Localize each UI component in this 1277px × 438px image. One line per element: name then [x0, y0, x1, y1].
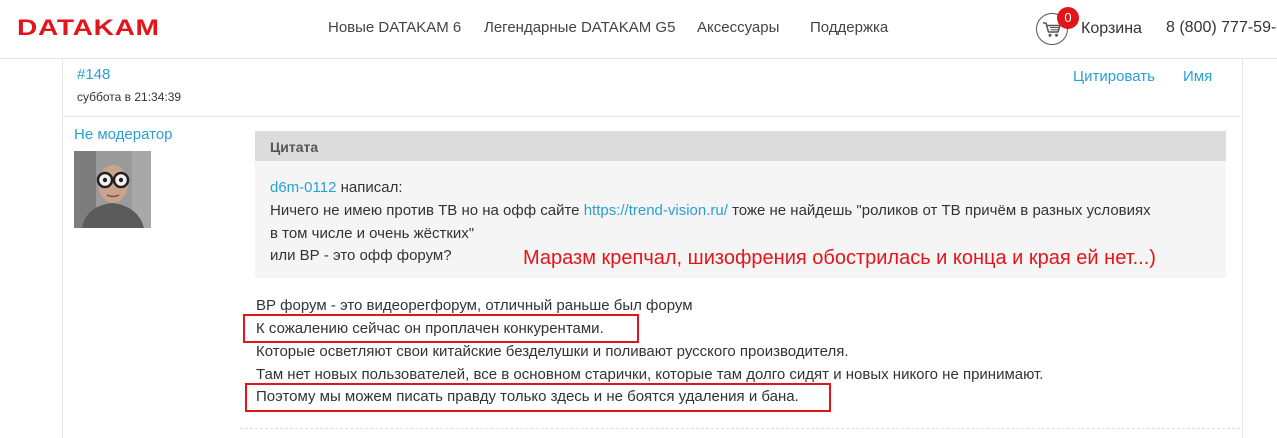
quote-title: Цитата: [270, 139, 319, 155]
highlight-box: [243, 314, 639, 343]
quote-text: тоже не найдешь "роликов от ТВ причём в …: [727, 202, 1151, 219]
post-body-line-3: Которые осветляют свои китайские безделу…: [256, 343, 849, 360]
cart-count-badge: 0: [1057, 7, 1079, 29]
post-date: суббота в 21:34:39: [77, 90, 182, 104]
nav-item-datakam6[interactable]: Новые DATAKAM 6: [328, 19, 461, 36]
quote-attribution: d6m-0112 написал:: [270, 179, 403, 196]
nav-item-accessories[interactable]: Аксессуары: [697, 19, 779, 36]
avatar[interactable]: [74, 151, 151, 228]
cart-link[interactable]: Корзина: [1081, 20, 1142, 38]
nav-item-datakam-g5[interactable]: Легендарные DATAKAM G5: [484, 19, 675, 36]
highlight-box: [245, 383, 831, 412]
nav-item-support[interactable]: Поддержка: [810, 19, 888, 36]
post-body-line-1: ВР форум - это видеорегфорум, отличный р…: [256, 297, 693, 314]
quote-button[interactable]: Цитировать: [1073, 68, 1155, 85]
post-number-link[interactable]: #148: [77, 66, 110, 83]
quote-line-1: Ничего не имею против ТВ но на офф сайте…: [270, 202, 1151, 219]
post-body-line-4: Там нет новых пользователей, все в основ…: [256, 366, 1044, 383]
quote-wrote-label: написал:: [336, 179, 403, 196]
quote-text: Ничего не имею против ТВ но на офф сайте: [270, 202, 584, 219]
quote-header: Цитата: [255, 131, 1226, 161]
post-bottom-divider: [240, 428, 1240, 429]
post-divider: [62, 116, 1241, 117]
site-header: DATAKAM Новые DATAKAM 6 Легендарные DATA…: [0, 0, 1277, 59]
quote-author-link[interactable]: d6m-0112: [270, 179, 336, 196]
quote-line-2: в том числе и очень жёстких": [270, 225, 475, 242]
quote-line-3: или ВР - это офф форум?: [270, 247, 452, 264]
name-button[interactable]: Имя: [1183, 68, 1212, 85]
site-logo[interactable]: DATAKAM: [17, 15, 160, 41]
author-role[interactable]: Не модератор: [74, 126, 173, 143]
phone-number[interactable]: 8 (800) 777-59-: [1166, 19, 1276, 37]
red-annotation: Маразм крепчал, шизофрения обострилась и…: [523, 247, 1156, 269]
quote-url-link[interactable]: https://trend-vision.ru/: [584, 202, 728, 219]
